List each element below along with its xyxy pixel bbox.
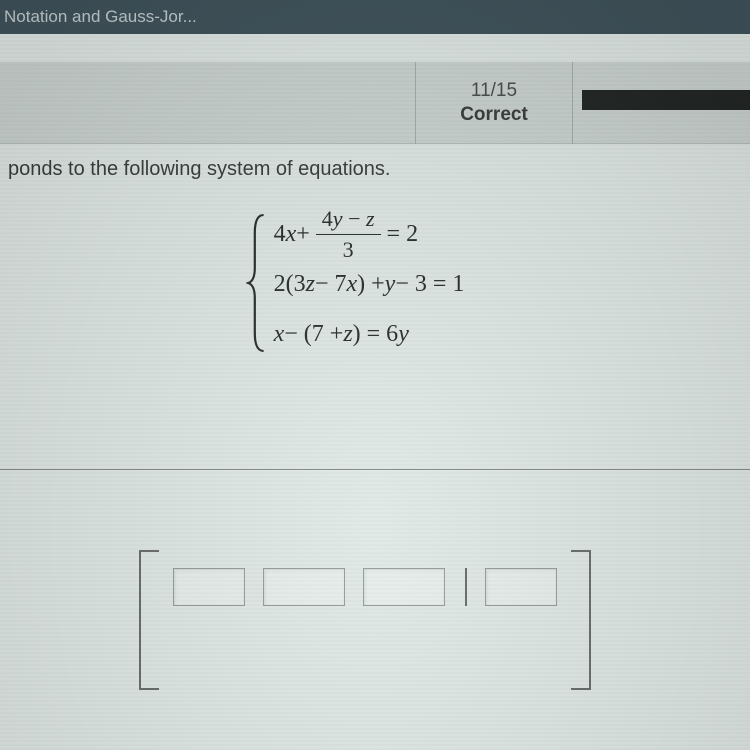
score-status: Correct [460,104,528,126]
equation-1: 4x + 4y − z 3 = 2 [274,213,465,255]
score-box: 11/15 Correct [415,62,573,144]
matrix-cell-input[interactable] [485,568,557,606]
matrix-right-bracket [571,550,591,690]
score-value: 11/15 [471,80,517,102]
matrix-cell-input[interactable] [173,568,245,606]
equation-3: x − (7 + z) = 6y [274,313,465,355]
question-prompt: ponds to the following system of equatio… [8,158,742,181]
matrix-cell-input[interactable] [363,568,445,606]
equation-system: 4x + 4y − z 3 = 2 2(3z − 7x) + y − 3 = 1… [8,213,742,355]
section-divider [0,469,750,470]
tab-title: Notation and Gauss-Jor... [0,7,197,27]
matrix-left-bracket [139,550,159,690]
progress-bar-fragment [582,90,750,110]
question-area: ponds to the following system of equatio… [0,144,750,369]
augmented-matrix-input [0,550,750,690]
matrix-cell-input[interactable] [263,568,345,606]
browser-tab-bar: Notation and Gauss-Jor... [0,0,750,34]
fraction: 4y − z 3 [316,206,381,263]
equation-2: 2(3z − 7x) + y − 3 = 1 [274,263,465,305]
left-brace [246,213,268,355]
